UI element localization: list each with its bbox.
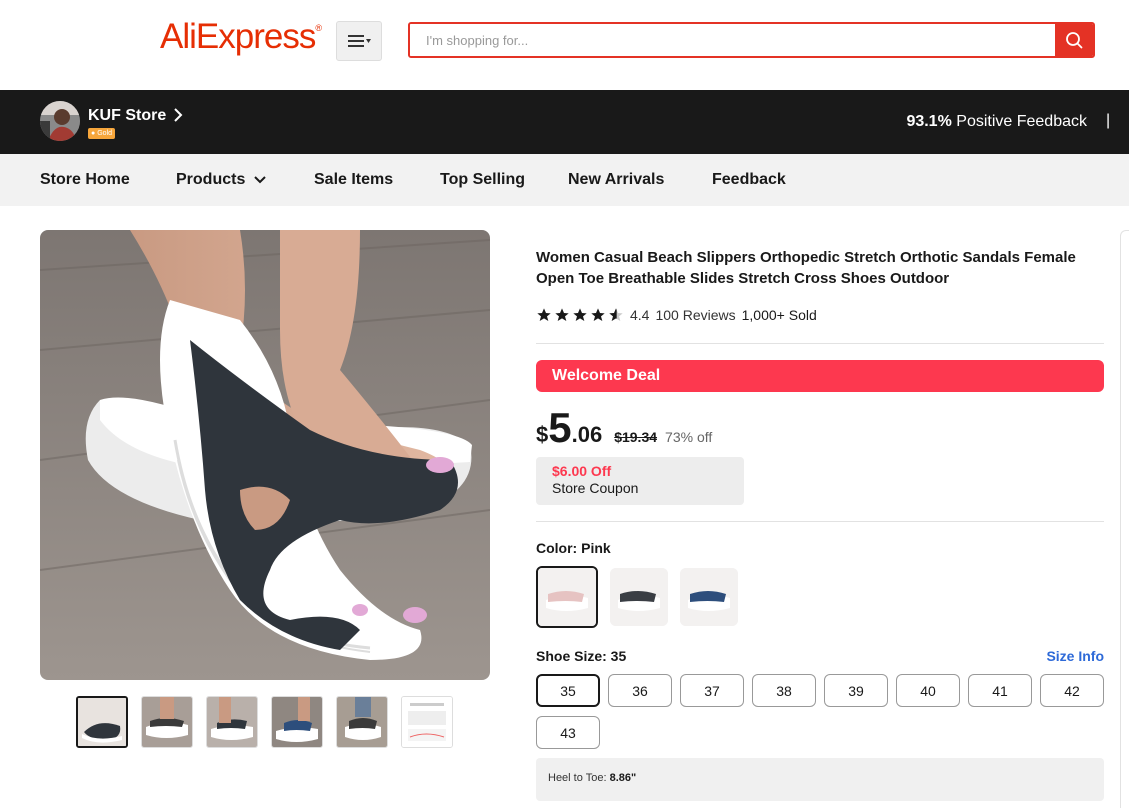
star-rating[interactable] <box>536 307 624 323</box>
search-button[interactable] <box>1055 24 1093 56</box>
size-option-43[interactable]: 43 <box>536 716 600 749</box>
product-title: Women Casual Beach Slippers Orthopedic S… <box>536 249 1076 287</box>
nav-products[interactable]: Products <box>176 171 267 189</box>
feedback-percent: 93.1% <box>906 113 952 130</box>
star-icon <box>573 308 587 321</box>
medal-icon: ● <box>91 130 96 137</box>
product-main-image[interactable] <box>40 230 490 680</box>
star-icon <box>591 308 605 321</box>
divider <box>536 521 1104 522</box>
size-option-39[interactable]: 39 <box>824 674 888 707</box>
size-info-link[interactable]: Size Info <box>1046 648 1104 664</box>
heel-label: Heel to Toe: <box>548 772 607 784</box>
sandal-image <box>40 230 490 680</box>
price-row: $ 5 .06 $19.34 73% off <box>536 404 712 452</box>
positive-feedback: 93.1% Positive Feedback <box>906 113 1087 131</box>
size-option-35[interactable]: 35 <box>536 674 600 707</box>
logo-text: AliExpress <box>160 17 316 56</box>
chevron-down-icon <box>254 176 267 184</box>
heel-value: 8.86" <box>609 772 637 784</box>
coupon-amount: $6.00 Off <box>552 463 612 479</box>
thumbnail-4[interactable] <box>271 696 323 748</box>
divider <box>536 343 1104 344</box>
gold-badge: ● Gold <box>88 128 116 139</box>
nav-top-selling[interactable]: Top Selling <box>440 171 525 189</box>
thumbnail-1[interactable] <box>76 696 128 748</box>
reviews-link[interactable]: 100 Reviews <box>655 307 735 323</box>
color-swatch-black[interactable] <box>610 568 668 626</box>
hamburger-icon <box>348 35 371 47</box>
thumbnail-5[interactable] <box>336 696 388 748</box>
color-label: Color: Pink <box>536 540 611 556</box>
aliexpress-logo[interactable]: AliExpress® <box>160 17 322 57</box>
color-swatch-blue[interactable] <box>680 568 738 626</box>
price-currency: $ <box>536 422 549 447</box>
heel-to-toe-info: Heel to Toe: 8.86" <box>536 758 1104 801</box>
size-option-38[interactable]: 38 <box>752 674 816 707</box>
rating-value: 4.4 <box>630 307 650 323</box>
size-option-37[interactable]: 37 <box>680 674 744 707</box>
categories-menu-button[interactable] <box>336 21 382 61</box>
sold-count: 1,000+ Sold <box>741 307 817 323</box>
price-decimal: .06 <box>571 422 603 447</box>
original-price: $19.34 <box>614 429 658 445</box>
welcome-deal-banner: Welcome Deal <box>536 360 1104 392</box>
store-avatar[interactable] <box>40 101 80 141</box>
color-swatches <box>536 566 738 628</box>
size-option-40[interactable]: 40 <box>896 674 960 707</box>
store-nav: Store Home Products Sale Items Top Selli… <box>0 154 1129 206</box>
size-label: Shoe Size: 35 <box>536 648 627 664</box>
thumbnail-6-size-chart[interactable] <box>401 696 453 748</box>
nav-new-arrivals[interactable]: New Arrivals <box>568 171 664 189</box>
side-panel-edge <box>1120 230 1129 808</box>
color-swatch-pink[interactable] <box>536 566 598 628</box>
store-name[interactable]: KUF Store <box>88 107 166 125</box>
divider: | <box>1106 112 1111 129</box>
price-integer: 5 <box>548 404 572 451</box>
badge-label: Gold <box>97 130 113 137</box>
thumbnail-2[interactable] <box>141 696 193 748</box>
nav-feedback[interactable]: Feedback <box>712 171 786 189</box>
nav-store-home[interactable]: Store Home <box>40 171 130 189</box>
size-option-36[interactable]: 36 <box>608 674 672 707</box>
nav-sale-items[interactable]: Sale Items <box>314 171 393 189</box>
half-star-icon <box>609 308 623 321</box>
discount-percent: 73% off <box>665 429 713 445</box>
chevron-right-icon[interactable] <box>173 108 183 122</box>
size-options: 35 36 37 38 39 40 41 42 43 <box>536 674 1108 749</box>
thumbnail-3[interactable] <box>206 696 258 748</box>
size-option-42[interactable]: 42 <box>1040 674 1104 707</box>
size-option-41[interactable]: 41 <box>968 674 1032 707</box>
search-input[interactable] <box>410 24 1055 56</box>
search-icon <box>1066 32 1083 49</box>
star-icon <box>555 308 569 321</box>
star-icon <box>537 308 551 321</box>
search-bar <box>408 22 1095 58</box>
rating-row: 4.4 100 Reviews 1,000+ Sold <box>536 307 817 323</box>
site-header: AliExpress® <box>0 0 1129 90</box>
store-coupon[interactable]: $6.00 Off Store Coupon <box>536 457 744 505</box>
coupon-label: Store Coupon <box>552 480 639 496</box>
feedback-label: Positive Feedback <box>956 113 1087 130</box>
avatar-image <box>40 101 80 141</box>
thumbnail-strip <box>76 696 453 748</box>
store-bar: KUF Store ● Gold 93.1% Positive Feedback … <box>0 90 1129 154</box>
